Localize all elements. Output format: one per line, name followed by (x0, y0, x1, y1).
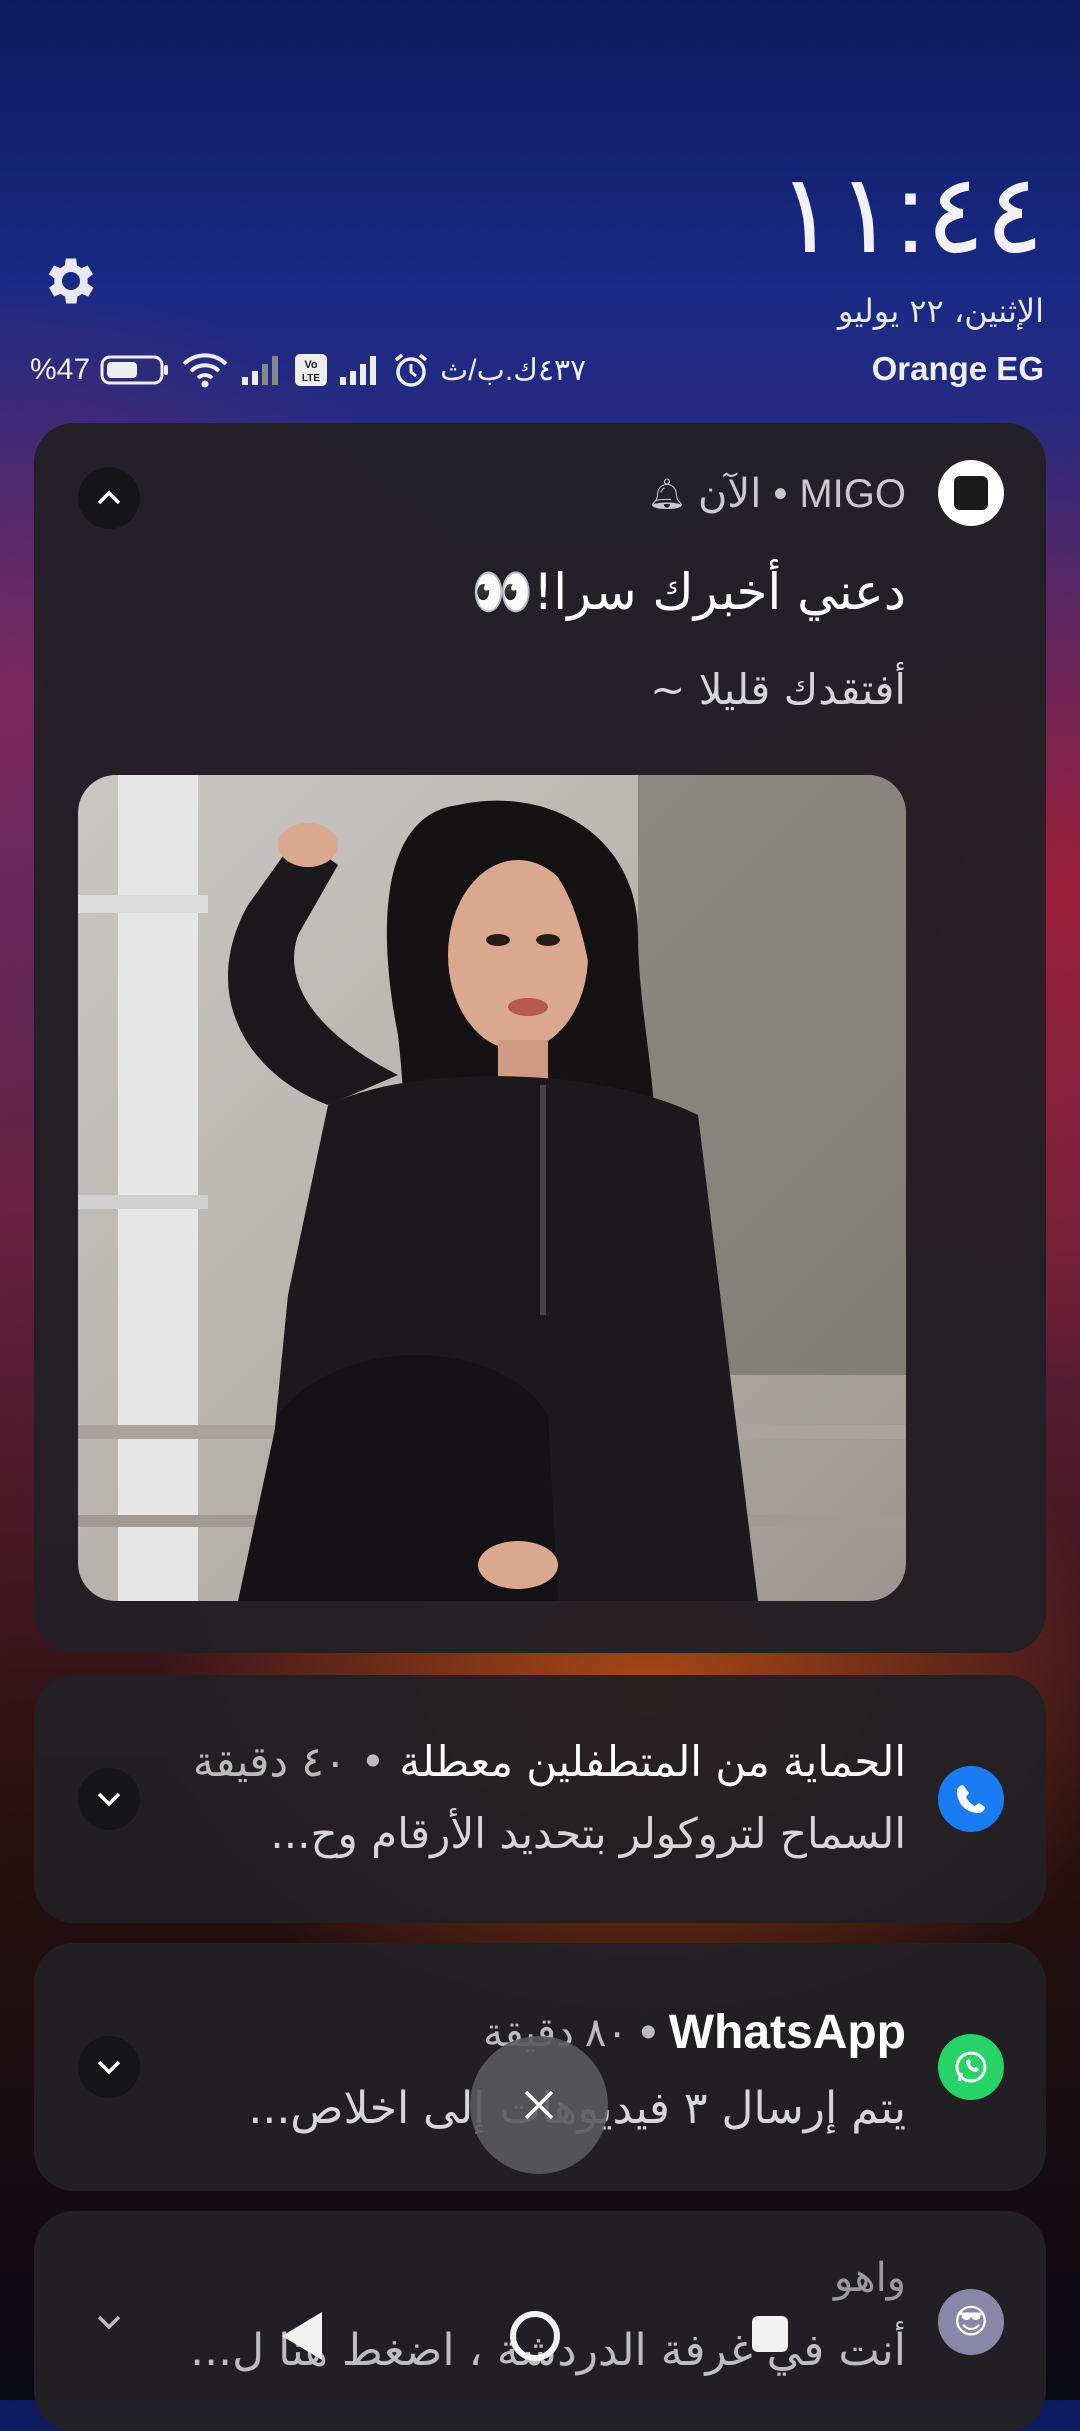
expand-button[interactable] (78, 1768, 140, 1830)
truecaller-icon (938, 1766, 1004, 1832)
network-speed: ٤٣٧ك.ب/ث (440, 353, 587, 387)
clock: ١١:٤٤ (777, 153, 1044, 276)
carrier-label: Orange EG (871, 350, 1044, 387)
bell-icon: 🔔︎ (647, 477, 686, 511)
expand-button[interactable] (78, 2036, 140, 2098)
battery-icon (100, 354, 170, 386)
migo-icon (938, 460, 1004, 526)
notification-title: دعني أخبرك سرا!👀 (470, 563, 906, 621)
chevron-down-icon (97, 2060, 121, 2075)
collapse-button[interactable] (78, 467, 140, 529)
settings-gear-icon[interactable] (40, 250, 102, 312)
notification-text: السماح لتروكولر بتحديد الأرقام وح... (270, 1809, 906, 1858)
status-bar: %47 Vo LTE ٤٣٧ك.ب/ث (30, 346, 586, 394)
wifi-icon (180, 352, 230, 388)
home-button-icon[interactable] (510, 2311, 560, 2361)
notification-title-row: الحماية من المتطفلين معطلة • ٤٠ دقيقة (192, 1737, 906, 1786)
notification-text: أفتقدك قليلا ~ (650, 665, 906, 714)
notification-time: ٤٠ دقيقة (192, 1737, 347, 1786)
signal-icon (240, 353, 284, 387)
notification-truecaller[interactable]: الحماية من المتطفلين معطلة • ٤٠ دقيقة ال… (34, 1675, 1046, 1923)
navigation-bar (0, 2270, 1080, 2400)
clear-all-button[interactable] (470, 2036, 608, 2174)
signal-icon (338, 353, 382, 387)
svg-text:Vo: Vo (304, 359, 318, 371)
alarm-icon (392, 351, 430, 389)
chevron-down-icon (97, 1792, 121, 1807)
notification-image[interactable] (78, 775, 906, 1601)
close-icon (524, 2090, 554, 2120)
app-name: MIGO (799, 471, 906, 516)
svg-text:LTE: LTE (302, 373, 320, 384)
chevron-up-icon (97, 490, 121, 505)
date-label: الإثنين، ٢٢ يوليو (837, 292, 1044, 330)
notification-header: 🔔︎ الآن • MIGO (647, 471, 906, 517)
whatsapp-icon (938, 2034, 1004, 2100)
volte-icon: Vo LTE (294, 353, 328, 387)
app-name: WhatsApp (668, 2006, 906, 2059)
recents-button-icon[interactable] (752, 2316, 788, 2352)
notification-title: الحماية من المتطفلين معطلة (399, 1737, 906, 1786)
back-button-icon[interactable] (282, 2312, 322, 2360)
battery-percent: %47 (30, 353, 91, 386)
notification-migo[interactable]: 🔔︎ الآن • MIGO دعني أخبرك سرا!👀 أفتقدك ق… (34, 423, 1046, 1653)
notification-time: الآن (698, 472, 762, 516)
